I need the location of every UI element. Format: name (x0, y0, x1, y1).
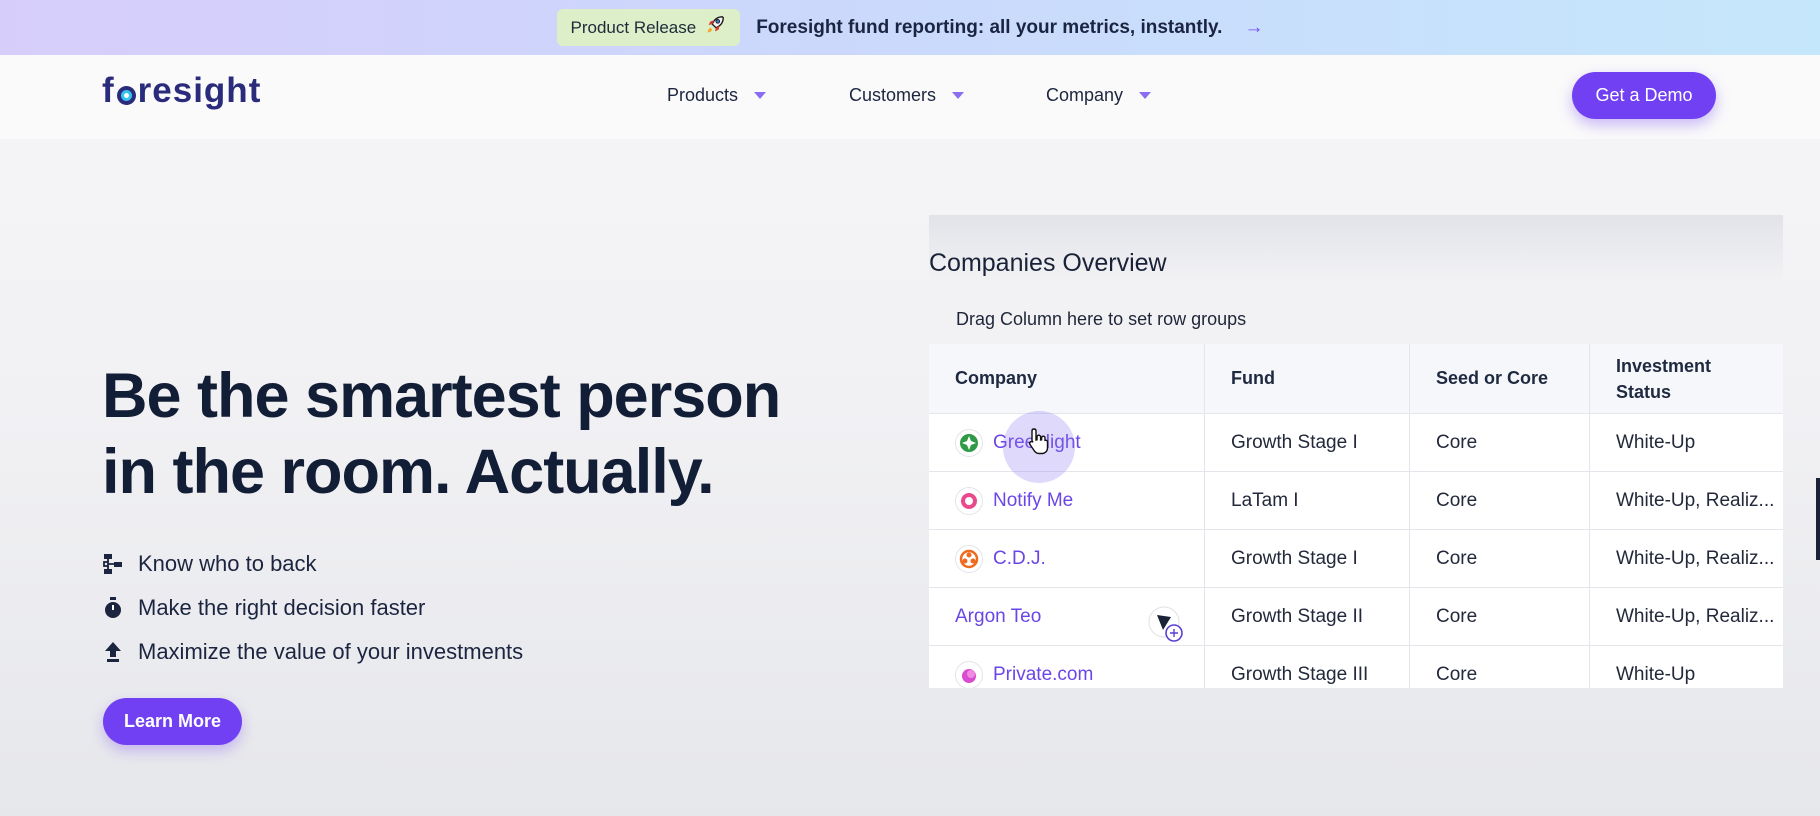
table-row[interactable]: Notify Me LaTam I Core White-Up, Realiz.… (929, 472, 1783, 530)
learn-more-button[interactable]: Learn More (103, 698, 242, 745)
flow-icon (102, 553, 124, 575)
feature-text: Make the right decision faster (138, 595, 426, 620)
row-group-drop-zone[interactable]: Drag Column here to set row groups (956, 309, 1246, 330)
seed-core-cell: Core (1410, 588, 1590, 645)
arrow-right-icon[interactable]: → (1244, 17, 1263, 39)
nav-customers[interactable]: Customers (849, 85, 965, 106)
nav-products[interactable]: Products (667, 85, 767, 106)
banner-text[interactable]: Foresight fund reporting: all your metri… (756, 17, 1222, 39)
status-cell: White-Up, Realiz... (1616, 489, 1775, 511)
company-link[interactable]: Notify Me (993, 490, 1073, 512)
company-cell: Notify Me (929, 472, 1205, 529)
product-release-label: Product Release (570, 17, 697, 37)
company-link[interactable]: Argon Teo (955, 606, 1041, 628)
seed-core-cell: Core (1410, 414, 1590, 471)
hero-title: Be the smartest person in the room. Actu… (102, 358, 802, 510)
company-cell: Private.com (929, 646, 1205, 688)
logo-eye-icon (116, 85, 136, 105)
table-row[interactable]: Argon Teo Growth Stage II Core White-Up,… (929, 588, 1783, 646)
chevron-down-icon (1139, 92, 1152, 99)
site-header: f resight Products Customers Company Get… (0, 55, 1820, 139)
logo-text-end: resight (137, 71, 262, 110)
seed-core-cell: Core (1410, 646, 1590, 688)
fund-cell: LaTam I (1205, 472, 1410, 529)
nav-customers-label: Customers (849, 85, 937, 105)
hero-title-line-1: Be the smartest person (102, 361, 781, 431)
company-link[interactable]: C.D.J. (993, 548, 1046, 570)
foresight-logo[interactable]: f resight (102, 71, 261, 111)
companies-overview-title: Companies Overview (929, 249, 1167, 277)
companies-table: Company Fund Seed or Core Investment Sta… (929, 344, 1783, 688)
hero-title-line-2: in the room. Actually. (102, 437, 715, 507)
stopwatch-icon (102, 597, 124, 619)
status-cell: White-Up, Realiz... (1616, 605, 1775, 627)
cdj-logo-icon (955, 544, 983, 573)
feature-item: Know who to back (102, 542, 523, 586)
seed-core-cell: Core (1410, 472, 1590, 529)
nav-products-label: Products (667, 85, 739, 105)
table-row[interactable]: Private.com Growth Stage III Core White-… (929, 646, 1783, 688)
company-link[interactable]: Private.com (993, 664, 1093, 686)
feature-text: Maximize the value of your investments (138, 639, 524, 664)
status-cell: White-Up (1616, 663, 1696, 685)
upload-arrow-icon (102, 641, 124, 663)
chevron-down-icon (952, 92, 965, 99)
fund-cell: Growth Stage I (1205, 530, 1410, 587)
fund-cell: Growth Stage I (1205, 414, 1410, 471)
company-cell: C.D.J. (929, 530, 1205, 587)
column-header-investment-status[interactable]: Investment Status (1590, 344, 1783, 413)
rocket-icon (704, 14, 726, 41)
drag-avatar-icon[interactable] (1148, 606, 1184, 647)
feature-list: Know who to back Make the right decision… (102, 542, 523, 674)
status-cell: White-Up (1616, 431, 1696, 453)
feature-item: Maximize the value of your investments (102, 630, 523, 674)
greenlight-logo-icon (955, 428, 983, 457)
column-header-fund[interactable]: Fund (1205, 344, 1410, 413)
nav-company[interactable]: Company (1046, 85, 1152, 106)
nav-company-label: Company (1046, 85, 1124, 105)
table-row[interactable]: C.D.J. Growth Stage I Core White-Up, Rea… (929, 530, 1783, 588)
product-release-badge: Product Release (556, 9, 741, 46)
seed-core-cell: Core (1410, 530, 1590, 587)
get-demo-button[interactable]: Get a Demo (1572, 72, 1716, 119)
column-header-company[interactable]: Company (929, 344, 1205, 413)
fund-cell: Growth Stage III (1205, 646, 1410, 688)
notify-me-logo-icon (955, 486, 983, 515)
chevron-down-icon (754, 92, 767, 99)
table-header: Company Fund Seed or Core Investment Sta… (929, 344, 1783, 414)
hand-cursor-icon (1027, 427, 1051, 460)
feature-item: Make the right decision faster (102, 586, 523, 630)
private-com-logo-icon (955, 660, 983, 688)
announcement-banner[interactable]: Product Release Foresight fund reporting… (0, 0, 1820, 55)
scrollbar-edge[interactable] (1816, 478, 1820, 560)
status-cell: White-Up, Realiz... (1616, 547, 1775, 569)
feature-text: Know who to back (138, 551, 317, 576)
logo-text-start: f (102, 71, 115, 110)
column-header-seed-or-core[interactable]: Seed or Core (1410, 344, 1590, 413)
fund-cell: Growth Stage II (1205, 588, 1410, 645)
